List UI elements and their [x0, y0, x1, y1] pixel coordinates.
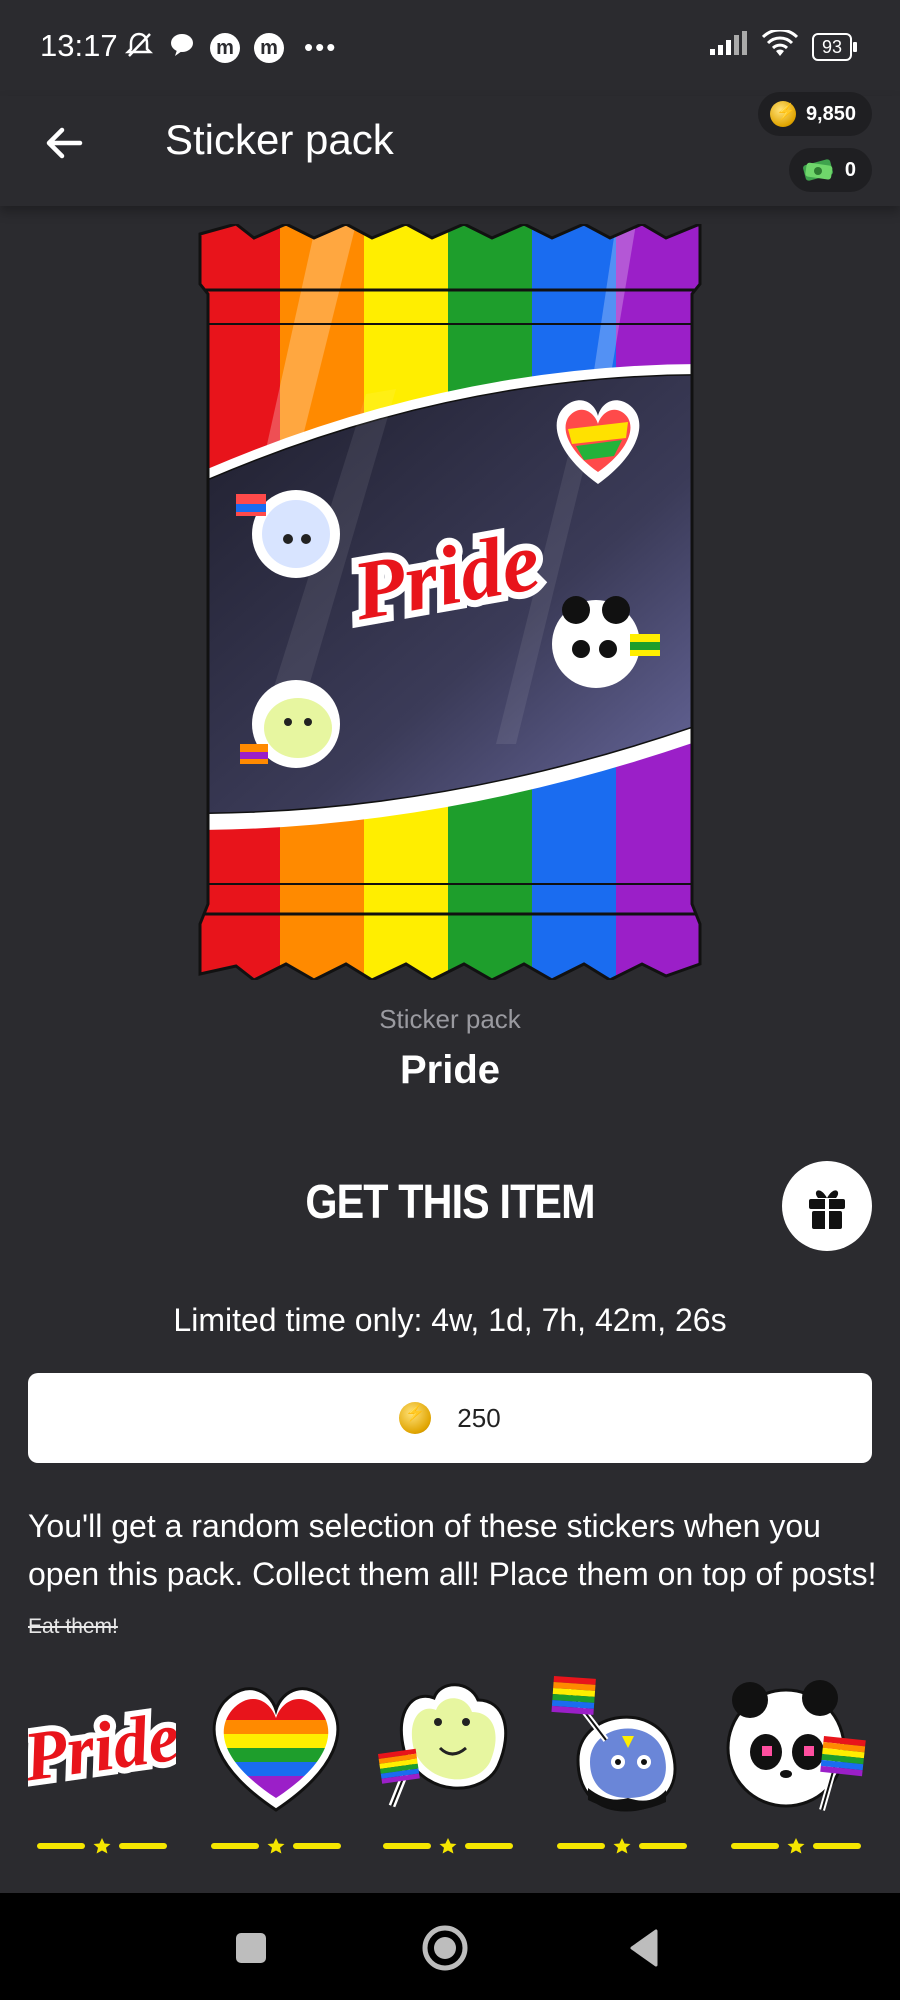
- rarity-stars-icon: [211, 1838, 341, 1854]
- buy-price: 250: [457, 1402, 501, 1433]
- rarity-stars-icon: [557, 1838, 687, 1854]
- wifi-icon: [761, 28, 799, 63]
- home-button[interactable]: [420, 1923, 470, 1973]
- item-type-label: Sticker pack: [379, 1004, 521, 1034]
- svg-text:Pride: Pride: [28, 1699, 176, 1797]
- status-bar: 13:17 m m ••• 93: [0, 0, 900, 96]
- status-system-icons: 93: [708, 28, 858, 63]
- gift-icon: [809, 1190, 845, 1229]
- sticker-item[interactable]: Pride Pride: [28, 1670, 176, 1870]
- signal-icon: [708, 31, 748, 62]
- back-nav-button[interactable]: [620, 1923, 670, 1973]
- item-name: Pride: [399, 1048, 501, 1092]
- frog-flag-sticker: [378, 1683, 508, 1808]
- recent-apps-button[interactable]: [226, 1923, 276, 1973]
- sticker-item[interactable]: [548, 1670, 696, 1870]
- cash-icon: [802, 159, 833, 181]
- status-time: 13:17: [40, 28, 118, 63]
- arrow-left-icon: [46, 127, 83, 159]
- get-item-title: GET THIS ITEM: [305, 1176, 595, 1229]
- sticker-item[interactable]: [374, 1670, 522, 1870]
- back-button[interactable]: [40, 118, 90, 168]
- description-text: You'll get a random selection of these s…: [28, 1508, 877, 1592]
- circle-home-icon: [422, 1925, 468, 1971]
- buy-button[interactable]: 250: [28, 1373, 872, 1463]
- cash-balance-value: 0: [844, 158, 856, 181]
- rarity-stars-icon: [731, 1838, 861, 1854]
- system-navigation-bar: [0, 1893, 900, 2000]
- app-m-icon: m: [210, 32, 240, 63]
- sticker-pack-image: Pride Pride: [196, 221, 704, 982]
- coin-balance-value: 9,850: [805, 102, 856, 125]
- more-notifications-icon: •••: [304, 32, 338, 62]
- pack-description: You'll get a random selection of these s…: [28, 1502, 878, 1651]
- battery-indicator: 93: [811, 32, 858, 61]
- ghost-flag-sticker: [551, 1676, 677, 1812]
- description-strikethrough: Eat them!: [28, 1615, 118, 1638]
- status-notification-icons: m m •••: [124, 30, 337, 65]
- square-icon: [236, 1933, 266, 1963]
- sticker-item[interactable]: [202, 1670, 350, 1870]
- pride-text-sticker: Pride Pride: [28, 1693, 176, 1803]
- gift-button[interactable]: [782, 1161, 872, 1251]
- limited-time-countdown: Limited time only: 4w, 1d, 7h, 42m, 26s: [173, 1302, 727, 1338]
- coin-icon: [399, 1402, 432, 1434]
- page-title: Sticker pack: [165, 116, 394, 163]
- chat-bubble-icon: [168, 31, 196, 64]
- cash-balance[interactable]: 0: [788, 148, 872, 192]
- coin-icon: [769, 101, 796, 127]
- rarity-stars-icon: [383, 1838, 513, 1854]
- coin-balance[interactable]: 9,850: [757, 92, 872, 136]
- app-header: Sticker pack 9,850 0: [0, 92, 900, 206]
- bell-muted-icon: [124, 30, 154, 65]
- rarity-stars-icon: [37, 1838, 167, 1854]
- sticker-list: Pride Pride: [28, 1670, 872, 1870]
- panda-flag-sticker: [726, 1680, 866, 1811]
- app-m-icon: m: [254, 32, 284, 63]
- triangle-back-icon: [630, 1929, 658, 1967]
- rainbow-heart-sticker: [212, 1687, 340, 1812]
- sticker-item[interactable]: [722, 1670, 870, 1870]
